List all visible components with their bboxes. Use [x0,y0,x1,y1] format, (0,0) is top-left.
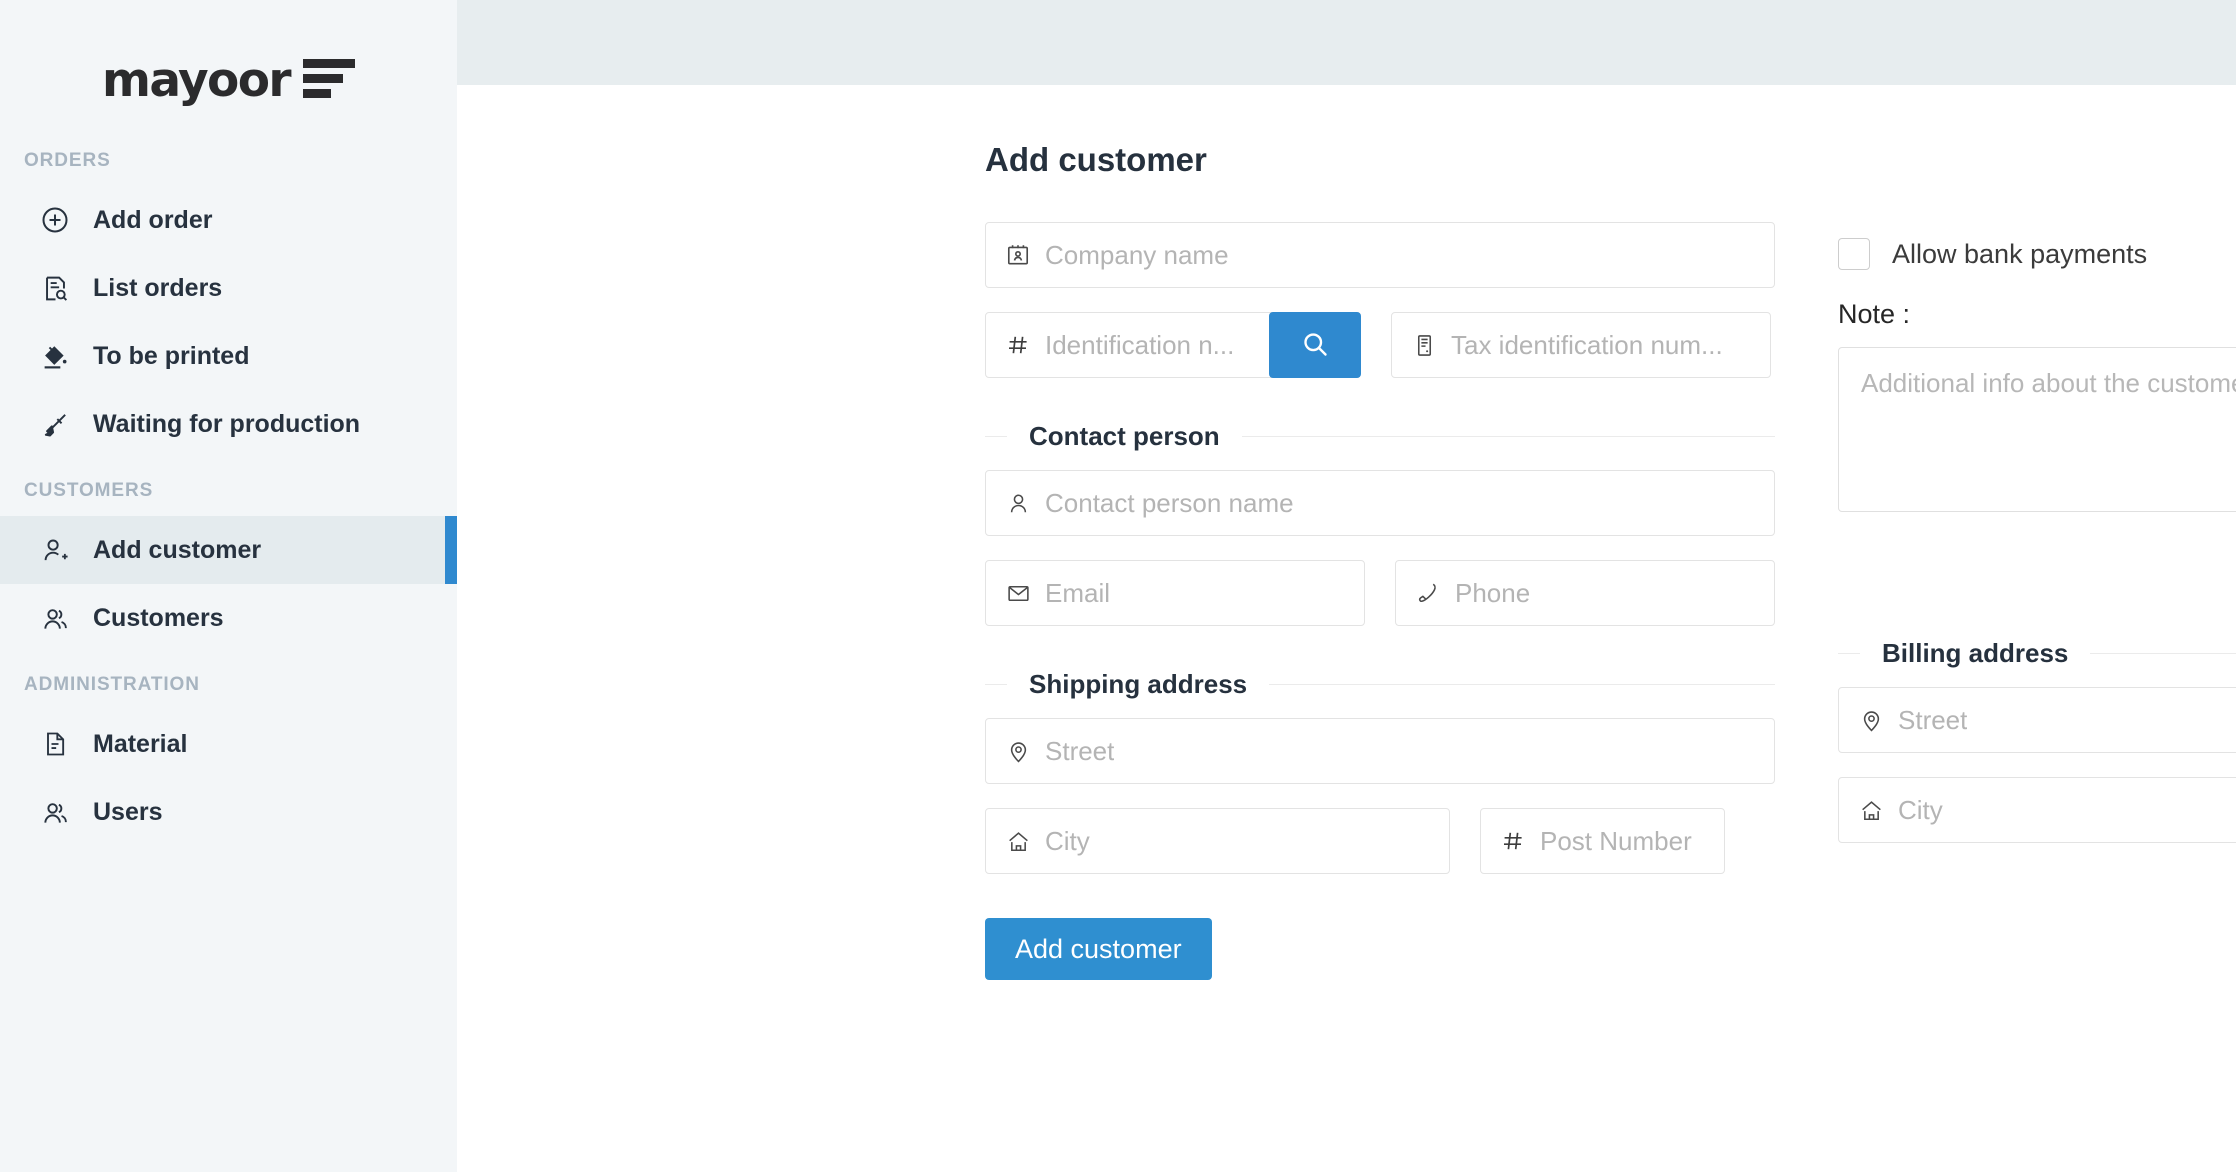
map-pin-icon [1857,706,1885,734]
sidebar-item-label: Add customer [93,536,261,565]
sidebar-section-orders: ORDERS Add order List orders [0,150,457,458]
identification-search-button[interactable] [1269,312,1361,378]
shipping-address-group: Shipping address Street [985,669,1775,874]
phone-icon [1414,579,1442,607]
sidebar-item-to-be-printed[interactable]: To be printed [0,322,457,390]
sidebar-section-administration: ADMINISTRATION Material Users [0,674,457,846]
company-name-placeholder: Company name [1045,240,1229,271]
allow-bank-payments-row[interactable]: Allow bank payments [1838,238,2236,270]
sidebar-item-label: To be printed [93,342,249,371]
note-textarea[interactable]: Additional info about the customer goes … [1838,347,2236,512]
brand-name: mayoor [102,57,290,104]
top-bar: John Doe [457,0,2236,85]
contact-row: Email Phone [985,560,1775,626]
shipping-street-placeholder: Street [1045,736,1114,767]
shipping-post-number-input[interactable]: Post Number [1480,808,1725,874]
sidebar-item-label: Users [93,798,163,827]
company-card-icon [1004,241,1032,269]
identification-number-placeholder: Identification n... [1045,330,1234,361]
sidebar-section-title-administration: ADMINISTRATION [0,674,457,696]
phone-input[interactable]: Phone [1395,560,1775,626]
shipping-city-placeholder: City [1045,826,1090,857]
sidebar-section-title-orders: ORDERS [0,150,457,172]
users-icon [40,603,70,633]
allow-bank-payments-label: Allow bank payments [1892,239,2147,270]
billing-city-row: City Post Number [1838,777,2236,843]
marker-pen-icon [40,409,70,439]
sidebar-item-label: Material [93,730,187,759]
sidebar-item-add-customer[interactable]: Add customer [0,516,457,584]
contact-person-name-placeholder: Contact person name [1045,488,1294,519]
shipping-post-number-placeholder: Post Number [1540,826,1692,857]
note-placeholder: Additional info about the customer goes … [1861,368,2236,398]
sidebar: mayoor ORDERS Add order [0,0,457,1172]
map-pin-icon [1004,737,1032,765]
app-root: mayoor ORDERS Add order [0,0,2236,1172]
company-name-input[interactable]: Company name [985,222,1775,288]
form-column-left: Company name Identification n... [985,222,1775,874]
page-title: Add customer [985,141,2236,179]
form-column-right: Allow bank payments Note : Additional in… [1838,222,2236,874]
note-label: Note : [1838,299,2236,330]
sidebar-item-users[interactable]: Users [0,778,457,846]
sidebar-item-waiting-for-production[interactable]: Waiting for production [0,390,457,458]
plus-circle-icon [40,205,70,235]
identification-row: Identification n... [985,312,1775,378]
paint-bucket-icon [40,341,70,371]
sidebar-section-customers: CUSTOMERS Add customer Custom [0,480,457,652]
sidebar-item-list-orders[interactable]: List orders [0,254,457,322]
home-icon [1004,827,1032,855]
sidebar-item-add-order[interactable]: Add order [0,186,457,254]
billing-street-input[interactable]: Street [1838,687,2236,753]
contact-person-group: Contact person Contact person name [985,421,1775,626]
envelope-icon [1004,579,1032,607]
tax-identification-number-placeholder: Tax identification num... [1451,330,1723,361]
document-search-icon [40,273,70,303]
identification-number-input[interactable]: Identification n... [985,312,1273,378]
billing-city-input[interactable]: City [1838,777,2236,843]
phone-placeholder: Phone [1455,578,1530,609]
shipping-address-legend: Shipping address [1007,669,1269,700]
shipping-city-input[interactable]: City [985,808,1450,874]
contact-person-legend: Contact person [1007,421,1242,452]
sidebar-item-customers[interactable]: Customers [0,584,457,652]
sidebar-item-label: List orders [93,274,222,303]
search-icon [1300,329,1330,362]
billing-city-placeholder: City [1898,795,1943,826]
person-icon [1004,489,1032,517]
sidebar-item-label: Add order [93,206,212,235]
customer-form: Company name Identification n... [457,222,2236,874]
billing-address-group: Billing address Street [1838,638,2236,843]
sidebar-section-title-customers: CUSTOMERS [0,480,457,502]
server-icon [1410,331,1438,359]
contact-person-name-input[interactable]: Contact person name [985,470,1775,536]
sidebar-item-label: Customers [93,604,224,633]
shipping-city-row: City Post Number [985,808,1775,874]
email-input[interactable]: Email [985,560,1365,626]
hash-icon [1004,331,1032,359]
allow-bank-payments-checkbox[interactable] [1838,238,1870,270]
user-plus-icon [40,535,70,565]
add-customer-submit-button[interactable]: Add customer [985,918,1212,980]
home-icon [1857,796,1885,824]
file-lines-icon [40,729,70,759]
sidebar-item-label: Waiting for production [93,410,360,439]
bars-logo-icon [303,59,355,101]
main-content: John Doe Add customer [457,0,2236,1172]
billing-street-placeholder: Street [1898,705,1967,736]
page-body: Add customer Company name [457,141,2236,980]
billing-address-legend: Billing address [1860,638,2090,669]
shipping-street-input[interactable]: Street [985,718,1775,784]
users-icon [40,797,70,827]
hash-icon [1499,827,1527,855]
sidebar-item-material[interactable]: Material [0,710,457,778]
brand-logo[interactable]: mayoor [0,0,457,150]
tax-identification-number-input[interactable]: Tax identification num... [1391,312,1771,378]
email-placeholder: Email [1045,578,1110,609]
